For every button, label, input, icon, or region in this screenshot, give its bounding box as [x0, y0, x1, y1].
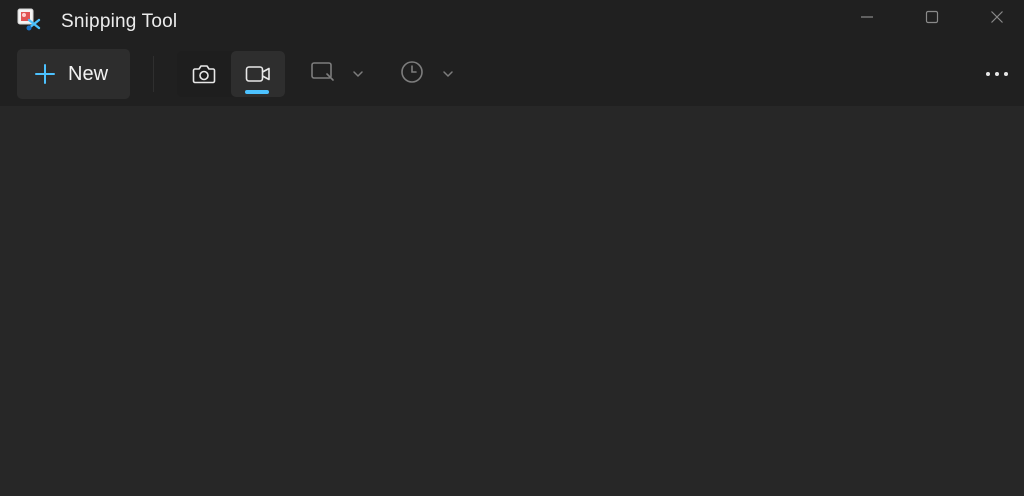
toolbar: New: [0, 42, 1024, 106]
maximize-button[interactable]: [908, 4, 956, 30]
chevron-down-icon: [443, 71, 453, 78]
more-options-button[interactable]: [978, 60, 1016, 88]
selected-mode-indicator: [245, 90, 269, 94]
minimize-button[interactable]: [843, 4, 891, 30]
ellipsis-dot: [1004, 72, 1008, 76]
snip-preview-area: [0, 106, 1024, 496]
plus-icon: [35, 64, 55, 84]
rectangle-snip-icon: [311, 62, 334, 81]
new-snip-button[interactable]: New: [17, 49, 130, 99]
close-button[interactable]: [973, 4, 1021, 30]
snip-delay-dropdown[interactable]: [398, 56, 462, 92]
ellipsis-dot: [995, 72, 999, 76]
minimize-icon: [861, 16, 873, 18]
camera-icon: [192, 65, 216, 84]
snipping-tool-app-icon: [17, 8, 41, 31]
maximize-icon: [925, 10, 939, 24]
snipping-tool-window: Snipping Tool New: [0, 0, 1024, 496]
new-button-label: New: [68, 63, 109, 85]
screenshot-mode-button[interactable]: [177, 51, 231, 97]
video-camera-icon: [245, 66, 270, 82]
capture-mode-toggle: [177, 51, 285, 97]
title-bar[interactable]: Snipping Tool: [0, 0, 1024, 42]
ellipsis-icon: [986, 72, 990, 76]
chevron-down-icon: [353, 71, 363, 78]
snip-shape-dropdown[interactable]: [308, 56, 372, 92]
close-icon: [991, 11, 1003, 23]
app-title: Snipping Tool: [61, 11, 178, 32]
clock-icon: [401, 61, 423, 83]
toolbar-divider: [153, 56, 154, 92]
